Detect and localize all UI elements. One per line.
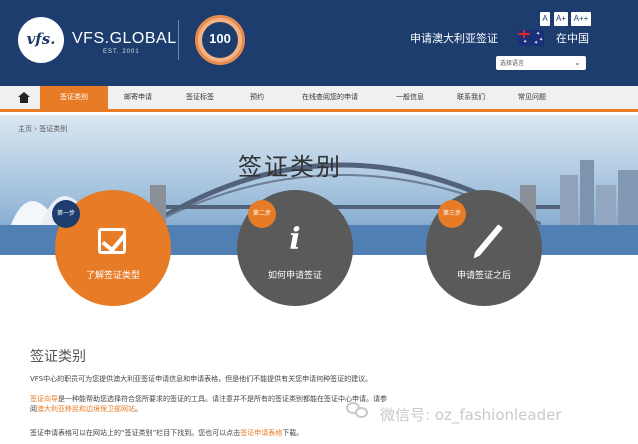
logo-text: vfs. [26, 30, 56, 48]
intro-paragraph: VFS中心的职员可为您提供澳大利亚签证申请信息和申请表格，但是他们不能提供有关您… [30, 375, 373, 383]
australia-flag-icon: ✦ ✦ ✦ ✦ [518, 30, 544, 46]
brand-est: EST. 2001 [103, 49, 140, 55]
forms-suffix: 下载。 [282, 429, 304, 437]
visa-wizard-text: 是一种能帮助您选择符合您所要求的签证的工具。请注意并不是所有的签证类别都能在签证… [58, 395, 387, 403]
nav-item-contact-us[interactable]: 联系我们 [442, 86, 500, 109]
forms-text: 签证申请表格可以在网站上的“签证类别”栏目下找到。您也可以点击 [30, 429, 241, 437]
vfs-logo[interactable]: vfs. [18, 17, 64, 63]
checkbox-icon [98, 228, 126, 254]
immigration-paragraph: 阅澳大利亚移民和边境保卫部网站。 [30, 404, 142, 414]
wechat-icon [346, 400, 370, 420]
immigration-prefix: 阅 [30, 405, 37, 413]
font-size-large-button[interactable]: A++ [571, 12, 591, 26]
section-title: 签证类别 [30, 349, 86, 365]
step-3-badge: 第三步 [438, 200, 466, 228]
site-header: vfs. VFS.GLOBAL EST. 2001 100 A A+ A++ 申… [0, 0, 638, 86]
step-1-badge: 第一步 [52, 200, 80, 228]
immigration-suffix: 。 [135, 405, 142, 413]
page-title: 签证类别 [238, 153, 342, 181]
step-1-label[interactable]: 了解签证类型 [55, 268, 171, 281]
nav-item-faq[interactable]: 常见问题 [500, 86, 564, 109]
breadcrumb[interactable]: 主页 › 签证类别 [18, 124, 67, 134]
font-size-small-button[interactable]: A [540, 12, 550, 26]
chevron-down-icon: ⌄ [574, 58, 581, 67]
visa-wizard-link[interactable]: 签证向导 [30, 395, 58, 403]
step-2-label[interactable]: 如何申请签证 [237, 268, 353, 281]
nav-item-mail-application[interactable]: 邮寄申请 [108, 86, 168, 109]
forms-paragraph: 签证申请表格可以在网站上的“签证类别”栏目下找到。您也可以点击签证申请表格下载。 [30, 428, 303, 438]
language-select-placeholder: 选择语言 [500, 60, 525, 67]
header-location: 在中国 [556, 32, 589, 45]
step-2-badge: 第二步 [248, 200, 276, 228]
header-divider [178, 20, 179, 60]
nav-item-track-application[interactable]: 在线查阅您的申请 [282, 86, 378, 109]
badge-number: 100 [209, 31, 231, 46]
home-icon[interactable] [0, 86, 40, 109]
step-3-label[interactable]: 申请签证之后 [426, 268, 542, 281]
nav-item-general-info[interactable]: 一般信息 [378, 86, 442, 109]
language-select[interactable]: 选择语言 ⌄ [496, 56, 586, 70]
nav-item-visa-label[interactable]: 签证标签 [168, 86, 232, 109]
visa-forms-link[interactable]: 签证申请表格 [240, 429, 282, 437]
brand-name: VFS.GLOBAL [72, 30, 177, 47]
nav-item-appointment[interactable]: 预约 [232, 86, 282, 109]
font-size-medium-button[interactable]: A+ [554, 12, 568, 26]
info-icon: i [289, 222, 301, 257]
main-nav: 签证类别 邮寄申请 签证标签 预约 在线查阅您的申请 一般信息 联系我们 常见问… [0, 86, 638, 112]
immigration-dept-link[interactable]: 澳大利亚移民和边境保卫部网站 [37, 405, 135, 413]
visa-wizard-paragraph: 签证向导是一种能帮助您选择符合您所要求的签证的工具。请注意并不是所有的签证类别都… [30, 394, 387, 404]
header-title: 申请澳大利亚签证 [410, 32, 498, 45]
nav-item-visa-types[interactable]: 签证类别 [40, 86, 108, 109]
wechat-watermark: 微信号: oz_fashionleader [380, 406, 562, 424]
anniversary-badge: 100 [195, 15, 245, 65]
